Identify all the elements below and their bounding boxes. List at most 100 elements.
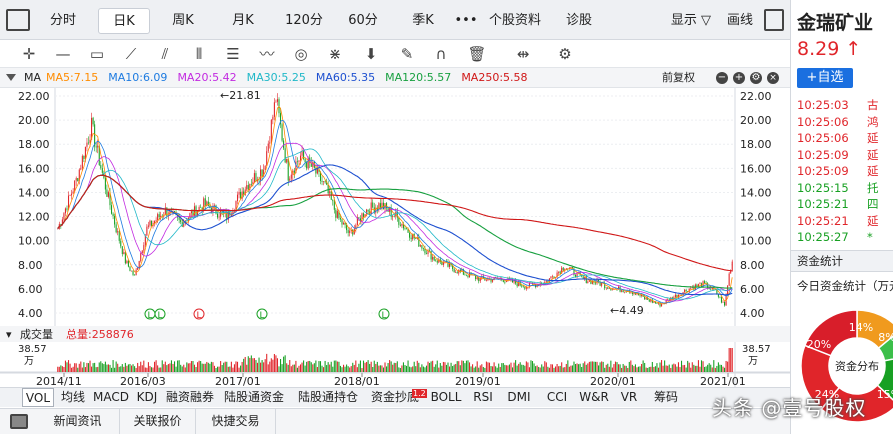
volume-bar <box>372 366 374 372</box>
candle-body <box>130 270 133 272</box>
tab-60min[interactable]: 60分 <box>338 8 388 34</box>
eraser-icon[interactable]: ✎ <box>396 43 418 65</box>
indicator-6[interactable]: 陆股通持仓 <box>292 388 364 407</box>
volume-bar <box>376 361 378 372</box>
tick-time: 10:25:21 <box>797 213 849 228</box>
indicator-13[interactable]: VR <box>614 388 644 407</box>
cycle-icon[interactable]: ◎ <box>290 43 312 65</box>
tab-monthly-k[interactable]: 月K <box>218 8 268 34</box>
indicator-4[interactable]: 融资融券 <box>164 388 216 407</box>
rectangle-icon[interactable]: ▭ <box>86 43 108 65</box>
indicator-3[interactable]: KDJ <box>132 388 162 407</box>
volume-bar <box>267 364 269 372</box>
volume-bar <box>327 362 329 372</box>
collapse-icon[interactable] <box>6 74 16 81</box>
volume-bar <box>210 361 212 372</box>
tab-120min[interactable]: 120分 <box>278 8 330 34</box>
candle-body <box>611 289 613 291</box>
signal-marker-label: L <box>196 311 201 321</box>
volume-bar <box>72 366 74 372</box>
display-menu[interactable]: 显示 ▽ <box>662 8 720 34</box>
candle-body <box>120 240 122 247</box>
volume-bar <box>309 360 311 372</box>
text-box-icon[interactable]: ☰ <box>222 43 244 65</box>
tab-related-quotes[interactable]: 关联报价 <box>120 409 196 434</box>
volume-bar <box>63 367 65 372</box>
indicator-5[interactable]: 陆股通资金 <box>218 388 290 407</box>
adjust-mode[interactable]: 前复权 <box>662 68 695 88</box>
tick-row: 10:25:06 延 <box>797 130 879 146</box>
volume-bar <box>295 360 297 372</box>
panel-toggle-icon[interactable] <box>764 9 784 31</box>
volume-bar <box>77 367 79 372</box>
indicator-9[interactable]: RSI <box>468 388 498 407</box>
candle-body <box>100 165 102 169</box>
parallel-line-icon[interactable]: ⫽ <box>154 43 176 65</box>
settings-small-icon[interactable]: ⚙ <box>750 72 762 84</box>
volume-bar <box>166 365 168 372</box>
volume-bar <box>369 363 371 372</box>
magnet-icon[interactable]: ∩ <box>430 43 452 65</box>
tab-quick-trade[interactable]: 快捷交易 <box>196 409 276 434</box>
close-icon[interactable]: × <box>767 72 779 84</box>
indicator-10[interactable]: DMI <box>500 388 538 407</box>
tab-stock-profile[interactable]: 个股资料 <box>484 8 546 34</box>
candle-body <box>69 195 71 196</box>
settings-icon[interactable]: ⚙ <box>554 43 576 65</box>
kline-chart[interactable]: 22.00 22.00 20.00 20.00 18.00 18.00 16.00 16.00… <box>0 88 790 388</box>
layout-toggle-icon[interactable] <box>6 9 30 31</box>
indicator-12[interactable]: W&R <box>576 388 612 407</box>
tab-quarterly-k[interactable]: 季K <box>398 8 448 34</box>
signal-marker-label: L <box>381 311 386 321</box>
volume-bar <box>631 364 633 372</box>
tab-weekly-k[interactable]: 周K <box>158 8 208 34</box>
indicator-2[interactable]: MACD <box>92 388 130 407</box>
volume-bar <box>146 367 148 372</box>
watermark: 头条 @壹号股权 <box>712 396 867 420</box>
volume-bar <box>496 367 498 372</box>
zoom-out-icon[interactable]: − <box>716 72 728 84</box>
volume-bar <box>195 367 197 372</box>
volume-bar <box>186 362 188 372</box>
tab-intraday[interactable]: 分时 <box>38 8 88 34</box>
tick-detail: 四 <box>867 197 879 211</box>
indicator-14[interactable]: 筹码 <box>646 388 686 407</box>
candle-body <box>123 252 125 255</box>
tab-daily-k[interactable]: 日K <box>98 8 150 34</box>
crosshair-icon[interactable]: ✛ <box>18 43 40 65</box>
volume-bar <box>435 364 437 372</box>
volume-bar <box>71 367 73 372</box>
volume-bar <box>135 367 137 372</box>
wave-icon[interactable]: 〰 <box>256 43 278 65</box>
volume-bar <box>567 360 569 372</box>
volume-bar <box>485 361 487 372</box>
volume-bar <box>413 361 415 372</box>
trash-icon[interactable]: 🗑 <box>466 43 488 65</box>
volume-bar <box>438 367 440 372</box>
indicator-1[interactable]: 均线 <box>56 388 90 407</box>
indicator-11[interactable]: CCI <box>540 388 574 407</box>
volume-bar <box>138 366 140 372</box>
tab-more[interactable]: ••• <box>452 8 480 34</box>
arrow-down-icon[interactable]: ⬇ <box>360 43 382 65</box>
expand-icon[interactable]: ⇹ <box>512 43 534 65</box>
tab-news[interactable]: 新闻资讯 <box>36 409 120 434</box>
volume-bar <box>109 364 111 372</box>
volume-bar <box>528 367 530 372</box>
collapse-volume-icon[interactable]: ▾ <box>6 328 12 341</box>
tab-diagnosis[interactable]: 诊股 <box>552 8 606 34</box>
donut-center-label: 资金分布 <box>835 359 879 373</box>
price-label-left: 16.00 <box>18 162 50 175</box>
draw-line-button[interactable]: 画线 <box>722 8 758 34</box>
indicator-8[interactable]: BOLL <box>426 388 466 407</box>
bottom-panel-icon[interactable] <box>10 414 28 429</box>
volume-scale-left: 38.57 <box>18 344 47 355</box>
fan-icon[interactable]: ⟋ <box>120 43 142 65</box>
zoom-in-icon[interactable]: + <box>733 72 745 84</box>
gann-icon[interactable]: ⋇ <box>324 43 346 65</box>
add-watchlist-button[interactable]: +自选 <box>797 68 853 88</box>
indicator-0[interactable]: VOL <box>22 388 54 407</box>
vertical-lines-icon[interactable]: ⦀ <box>188 43 210 65</box>
volume-bar <box>75 363 77 372</box>
line-icon[interactable]: — <box>52 43 74 65</box>
